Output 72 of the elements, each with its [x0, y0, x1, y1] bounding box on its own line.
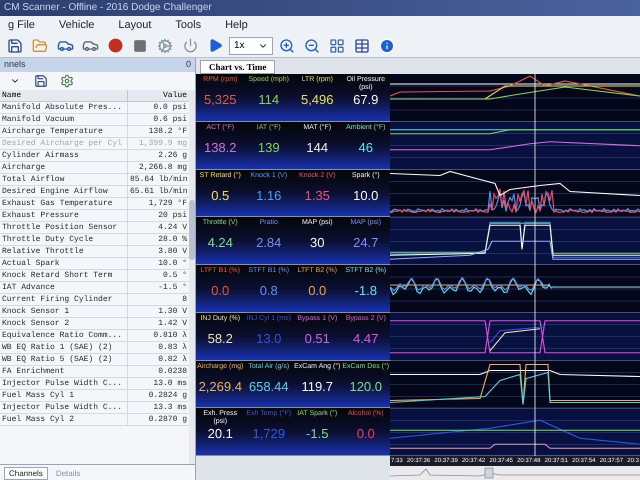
channel-name: Throttle Position Sensor: [1, 222, 118, 233]
gauge-value: -1.8: [354, 283, 377, 298]
channel-name: Knock Sensor 1: [1, 306, 70, 317]
channel-name: FA Enrichment: [1, 366, 66, 377]
menu-item[interactable]: Help: [221, 16, 252, 34]
gauge-value: 0.5: [211, 188, 230, 202]
gauge-value: 20.1: [208, 426, 233, 442]
menu-item[interactable]: Vehicle: [54, 16, 98, 34]
gauge-value: 4.47: [353, 330, 378, 346]
column-header[interactable]: Name: [0, 90, 127, 101]
channel-name: Desired Aircharge per Cyl: [1, 138, 124, 149]
channel-name: Exhaust Gas Temperature: [1, 198, 114, 209]
gauge-value: 1.35: [304, 188, 330, 202]
gauge-value: 139: [258, 140, 280, 155]
gauge-value: 46: [358, 140, 373, 155]
gauge-value: 67.9: [353, 92, 378, 107]
gauge-value: 2.84: [256, 235, 282, 250]
gauge-value: 0.0: [356, 426, 375, 442]
channel-name: Exhaust Pressure: [1, 210, 80, 221]
gauge-value: 13.0: [256, 330, 282, 346]
gauge-value: 5,325: [204, 92, 237, 107]
gauge-value: 138.2: [204, 140, 237, 155]
gauge-value: 0.51: [304, 330, 330, 346]
gauge-value: 4.24: [208, 235, 233, 250]
gauge-value: 119.7: [301, 378, 334, 394]
channel-name: Aircharge: [1, 162, 46, 173]
channel-name: Total Airflow: [1, 174, 66, 185]
channel-name: Current Firing Cylinder: [1, 294, 114, 305]
channel-name: Throttle Duty Cycle: [1, 234, 94, 245]
channel-name: Relative Throttle: [1, 246, 85, 257]
gauge-value: 2,269.4: [198, 378, 242, 394]
gauge-value: -1.5: [306, 426, 328, 442]
channel-name: Manifold Absolute Pres...: [1, 102, 124, 113]
channel-name: Equivalence Ratio Comm...: [1, 330, 124, 341]
menu-item[interactable]: Layout: [114, 16, 156, 34]
channel-name: WB EQ Ratio 5 (SAE) (2): [1, 354, 114, 365]
menu-item[interactable]: Tools: [171, 16, 206, 34]
gauge-value: 0.8: [260, 283, 278, 298]
gauge-value: 10.0: [353, 188, 378, 202]
panel-tab[interactable]: Channels: [4, 467, 48, 480]
channel-name: Fuel Mass Cyl 1: [1, 390, 76, 401]
channel-name: Knock Sensor 2: [1, 318, 70, 329]
channel-name: Cylinder Airmass: [1, 150, 80, 161]
channel-name: IAT Advance: [1, 282, 56, 293]
panel-title: nnels: [4, 58, 26, 72]
gauge-value: 0.0: [308, 283, 326, 298]
gauge-value: 24.7: [353, 235, 378, 250]
channel-name: Desired Engine Airflow: [1, 186, 109, 197]
menu-item[interactable]: g File: [4, 16, 39, 34]
gauge-value: 58.2: [208, 330, 233, 346]
speed-dropdown[interactable]: 1x: [229, 36, 273, 54]
channel-name: Manifold Vacuum: [1, 114, 76, 125]
gauge-value: 144: [306, 140, 328, 155]
panel-count: 0: [186, 58, 191, 72]
channel-name: Injector Pulse Width C...: [1, 402, 124, 413]
gauge-value: 30: [310, 235, 324, 250]
gauge-value: 0.0: [211, 283, 230, 298]
gauge-value: 5,496: [300, 92, 334, 107]
gauge-value: 658.44: [248, 378, 289, 394]
channel-name: Actual Spark: [1, 258, 61, 269]
channel-name: Fuel Mass Cyl 2: [1, 414, 76, 425]
gauge-value: 1,729: [252, 426, 286, 442]
chart-tab[interactable]: Chart vs. Time: [200, 60, 276, 74]
title-bar: CM Scanner - Offline - 2016 Dodge Challenger: [0, 0, 640, 16]
channel-name: Knock Retard Short Term: [1, 270, 114, 281]
gauge-value: 120.0: [349, 378, 382, 394]
scrollbar[interactable]: [189, 90, 195, 464]
channel-name: Injector Pulse Width C...: [1, 378, 124, 389]
gauge-value: 1.16: [256, 188, 282, 202]
gauge-value: 114: [258, 92, 280, 107]
channel-name: WB EQ Ratio 1 (SAE) (2): [1, 342, 114, 353]
channel-name: Aircharge Temperature: [1, 126, 104, 137]
